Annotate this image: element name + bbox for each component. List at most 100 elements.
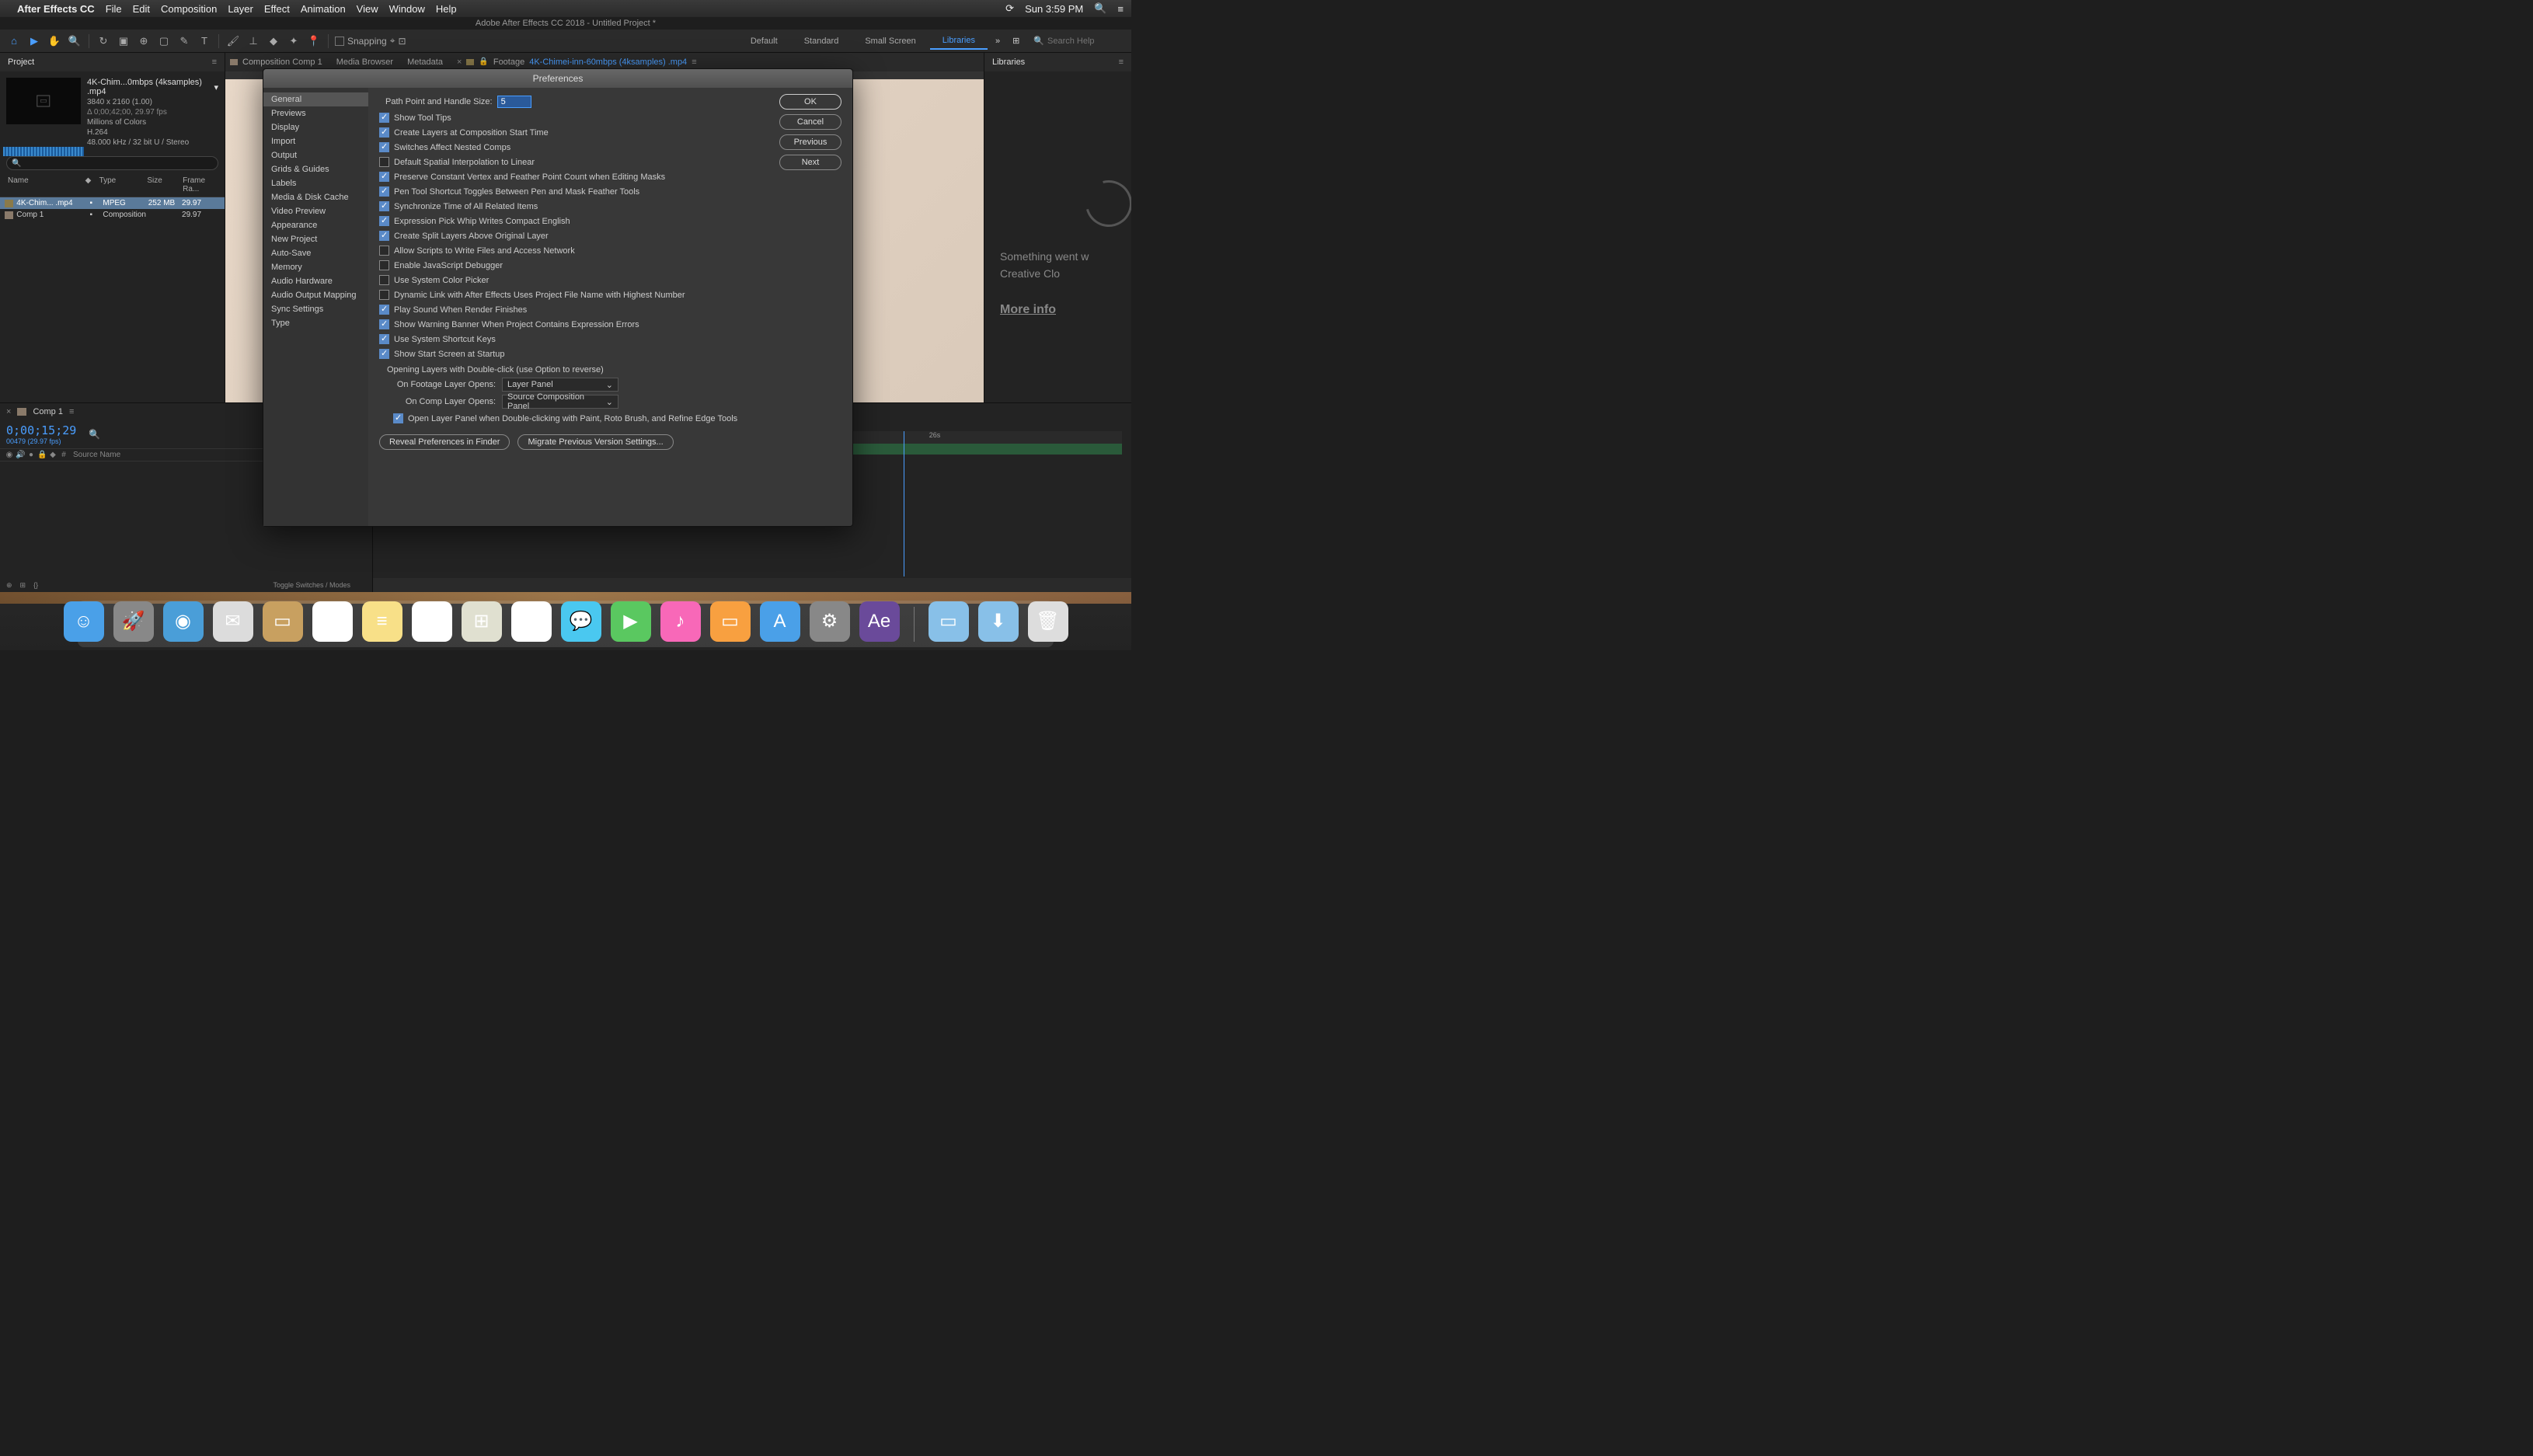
prefs-cat-auto-save[interactable]: Auto-Save bbox=[263, 246, 368, 260]
dock-reminders-icon[interactable]: ⋮ bbox=[412, 601, 452, 642]
menu-animation[interactable]: Animation bbox=[301, 3, 346, 15]
prefs-checkbox[interactable] bbox=[379, 260, 389, 270]
timeline-comp-name[interactable]: Comp 1 bbox=[33, 407, 63, 416]
col-header-fps[interactable]: Frame Ra... bbox=[179, 175, 220, 195]
prefs-checkbox[interactable] bbox=[379, 157, 389, 167]
timeline-toggle-icon[interactable]: {} bbox=[33, 581, 38, 589]
puppet-tool-icon[interactable]: 📍 bbox=[306, 33, 322, 49]
path-size-input[interactable] bbox=[497, 96, 531, 108]
dock-trash-icon[interactable]: 🗑 bbox=[1028, 601, 1068, 642]
prefs-checkbox[interactable] bbox=[379, 290, 389, 300]
dock-itunes-icon[interactable]: ♪ bbox=[660, 601, 701, 642]
menu-composition[interactable]: Composition bbox=[161, 3, 217, 15]
reveal-prefs-button[interactable]: Reveal Preferences in Finder bbox=[379, 434, 510, 450]
hand-tool-icon[interactable]: ✋ bbox=[47, 33, 62, 49]
prefs-checkbox[interactable] bbox=[379, 275, 389, 285]
prefs-cat-sync[interactable]: Sync Settings bbox=[263, 302, 368, 316]
timeline-zoom-bar[interactable] bbox=[373, 578, 1131, 592]
menubar-list-icon[interactable]: ≡ bbox=[1117, 3, 1124, 15]
snapping-toggle[interactable]: Snapping ⌖ ⊡ bbox=[335, 35, 406, 47]
comp-layer-select[interactable]: Source Composition Panel ⌄ bbox=[502, 395, 618, 409]
menu-file[interactable]: File bbox=[106, 3, 122, 15]
pen-tool-icon[interactable]: ✎ bbox=[176, 33, 192, 49]
home-icon[interactable]: ⌂ bbox=[6, 33, 22, 49]
video-switch-icon[interactable]: ◉ bbox=[5, 451, 14, 459]
workspace-more-icon[interactable]: » bbox=[989, 37, 1006, 46]
shape-tool-icon[interactable]: ▢ bbox=[156, 33, 172, 49]
dock-contacts-icon[interactable]: ▭ bbox=[263, 601, 303, 642]
ok-button[interactable]: OK bbox=[779, 94, 841, 110]
migrate-settings-button[interactable]: Migrate Previous Version Settings... bbox=[517, 434, 673, 450]
lock-icon[interactable]: 🔒 bbox=[479, 57, 488, 66]
text-tool-icon[interactable]: T bbox=[197, 33, 212, 49]
timecode-display[interactable]: 0;00;15;29 bbox=[6, 423, 76, 437]
prefs-cat-display[interactable]: Display bbox=[263, 120, 368, 134]
snap-option-icon[interactable]: ⊡ bbox=[398, 36, 406, 47]
prefs-cat-type[interactable]: Type bbox=[263, 316, 368, 330]
prefs-cat-new-project[interactable]: New Project bbox=[263, 232, 368, 246]
notification-icon[interactable]: ⟳ bbox=[1005, 2, 1014, 15]
prefs-checkbox[interactable] bbox=[379, 172, 389, 182]
col-header-size[interactable]: Size bbox=[144, 175, 179, 195]
prefs-checkbox[interactable] bbox=[379, 216, 389, 226]
solo-switch-icon[interactable]: ● bbox=[26, 451, 36, 459]
snap-option-icon[interactable]: ⌖ bbox=[390, 35, 395, 47]
dock-appstore-icon[interactable]: A bbox=[760, 601, 800, 642]
panel-menu-icon[interactable]: ≡ bbox=[69, 407, 74, 416]
prefs-cat-appearance[interactable]: Appearance bbox=[263, 218, 368, 232]
menu-view[interactable]: View bbox=[357, 3, 378, 15]
panel-title-project[interactable]: Project bbox=[8, 57, 34, 67]
prefs-cat-audio-hw[interactable]: Audio Hardware bbox=[263, 274, 368, 288]
cancel-button[interactable]: Cancel bbox=[779, 114, 841, 130]
dock-apps-folder-icon[interactable]: ▭ bbox=[929, 601, 969, 642]
timeline-toggle-icon[interactable]: ⊕ bbox=[6, 581, 12, 590]
prefs-cat-video[interactable]: Video Preview bbox=[263, 204, 368, 218]
dock-photos-icon[interactable]: ✿ bbox=[511, 601, 552, 642]
dock-after-effects-icon[interactable]: Ae bbox=[859, 601, 900, 642]
prefs-cat-previews[interactable]: Previews bbox=[263, 106, 368, 120]
prefs-checkbox[interactable] bbox=[379, 186, 389, 197]
dock-safari-icon[interactable]: ◉ bbox=[163, 601, 204, 642]
clone-tool-icon[interactable]: ⊥ bbox=[246, 33, 261, 49]
dock-mail-icon[interactable]: ✉ bbox=[213, 601, 253, 642]
camera-tool-icon[interactable]: ▣ bbox=[116, 33, 131, 49]
tab-media-browser[interactable]: Media Browser bbox=[336, 54, 393, 70]
prefs-cat-memory[interactable]: Memory bbox=[263, 260, 368, 274]
prefs-checkbox[interactable] bbox=[379, 334, 389, 344]
pan-behind-tool-icon[interactable]: ⊕ bbox=[136, 33, 152, 49]
zoom-tool-icon[interactable]: 🔍 bbox=[67, 33, 82, 49]
project-row[interactable]: Comp 1 ▪ Composition 29.97 bbox=[0, 209, 225, 221]
snapping-checkbox[interactable] bbox=[335, 37, 344, 46]
dock-launchpad-icon[interactable]: 🚀 bbox=[113, 601, 154, 642]
menu-layer[interactable]: Layer bbox=[228, 3, 253, 15]
open-layer-panel-checkbox[interactable] bbox=[393, 413, 403, 423]
dock-maps-icon[interactable]: ⊞ bbox=[462, 601, 502, 642]
prefs-checkbox[interactable] bbox=[379, 142, 389, 152]
libraries-more-link[interactable]: More info bbox=[1000, 303, 1131, 317]
tab-metadata[interactable]: Metadata bbox=[407, 54, 443, 70]
col-header-type[interactable]: Type bbox=[96, 175, 145, 195]
search-help-input[interactable] bbox=[1047, 37, 1125, 46]
prefs-cat-grids[interactable]: Grids & Guides bbox=[263, 162, 368, 176]
workspace-default[interactable]: Default bbox=[738, 33, 790, 49]
menu-help[interactable]: Help bbox=[436, 3, 457, 15]
close-icon[interactable]: × bbox=[457, 57, 462, 67]
app-name[interactable]: After Effects CC bbox=[17, 3, 95, 15]
dock-downloads-icon[interactable]: ⬇ bbox=[978, 601, 1019, 642]
lock-switch-icon[interactable]: 🔒 bbox=[37, 451, 47, 459]
prefs-cat-output[interactable]: Output bbox=[263, 148, 368, 162]
panel-title-libraries[interactable]: Libraries bbox=[992, 57, 1025, 67]
workspace-manage-icon[interactable]: ⊞ bbox=[1008, 36, 1024, 46]
col-source-name[interactable]: Source Name bbox=[70, 451, 280, 459]
audio-switch-icon[interactable]: 🔊 bbox=[16, 451, 25, 459]
previous-button[interactable]: Previous bbox=[779, 134, 841, 150]
toggle-switches-button[interactable]: Toggle Switches / Modes bbox=[273, 581, 350, 589]
footage-layer-select[interactable]: Layer Panel ⌄ bbox=[502, 378, 618, 392]
timeline-toggle-icon[interactable]: ⊞ bbox=[20, 581, 26, 590]
eraser-tool-icon[interactable]: ◆ bbox=[266, 33, 281, 49]
menu-edit[interactable]: Edit bbox=[133, 3, 150, 15]
dock-ibooks-icon[interactable]: ▭ bbox=[710, 601, 751, 642]
dock-facetime-icon[interactable]: ▶ bbox=[611, 601, 651, 642]
dock-calendar-icon[interactable]: 22 bbox=[312, 601, 353, 642]
next-button[interactable]: Next bbox=[779, 155, 841, 170]
